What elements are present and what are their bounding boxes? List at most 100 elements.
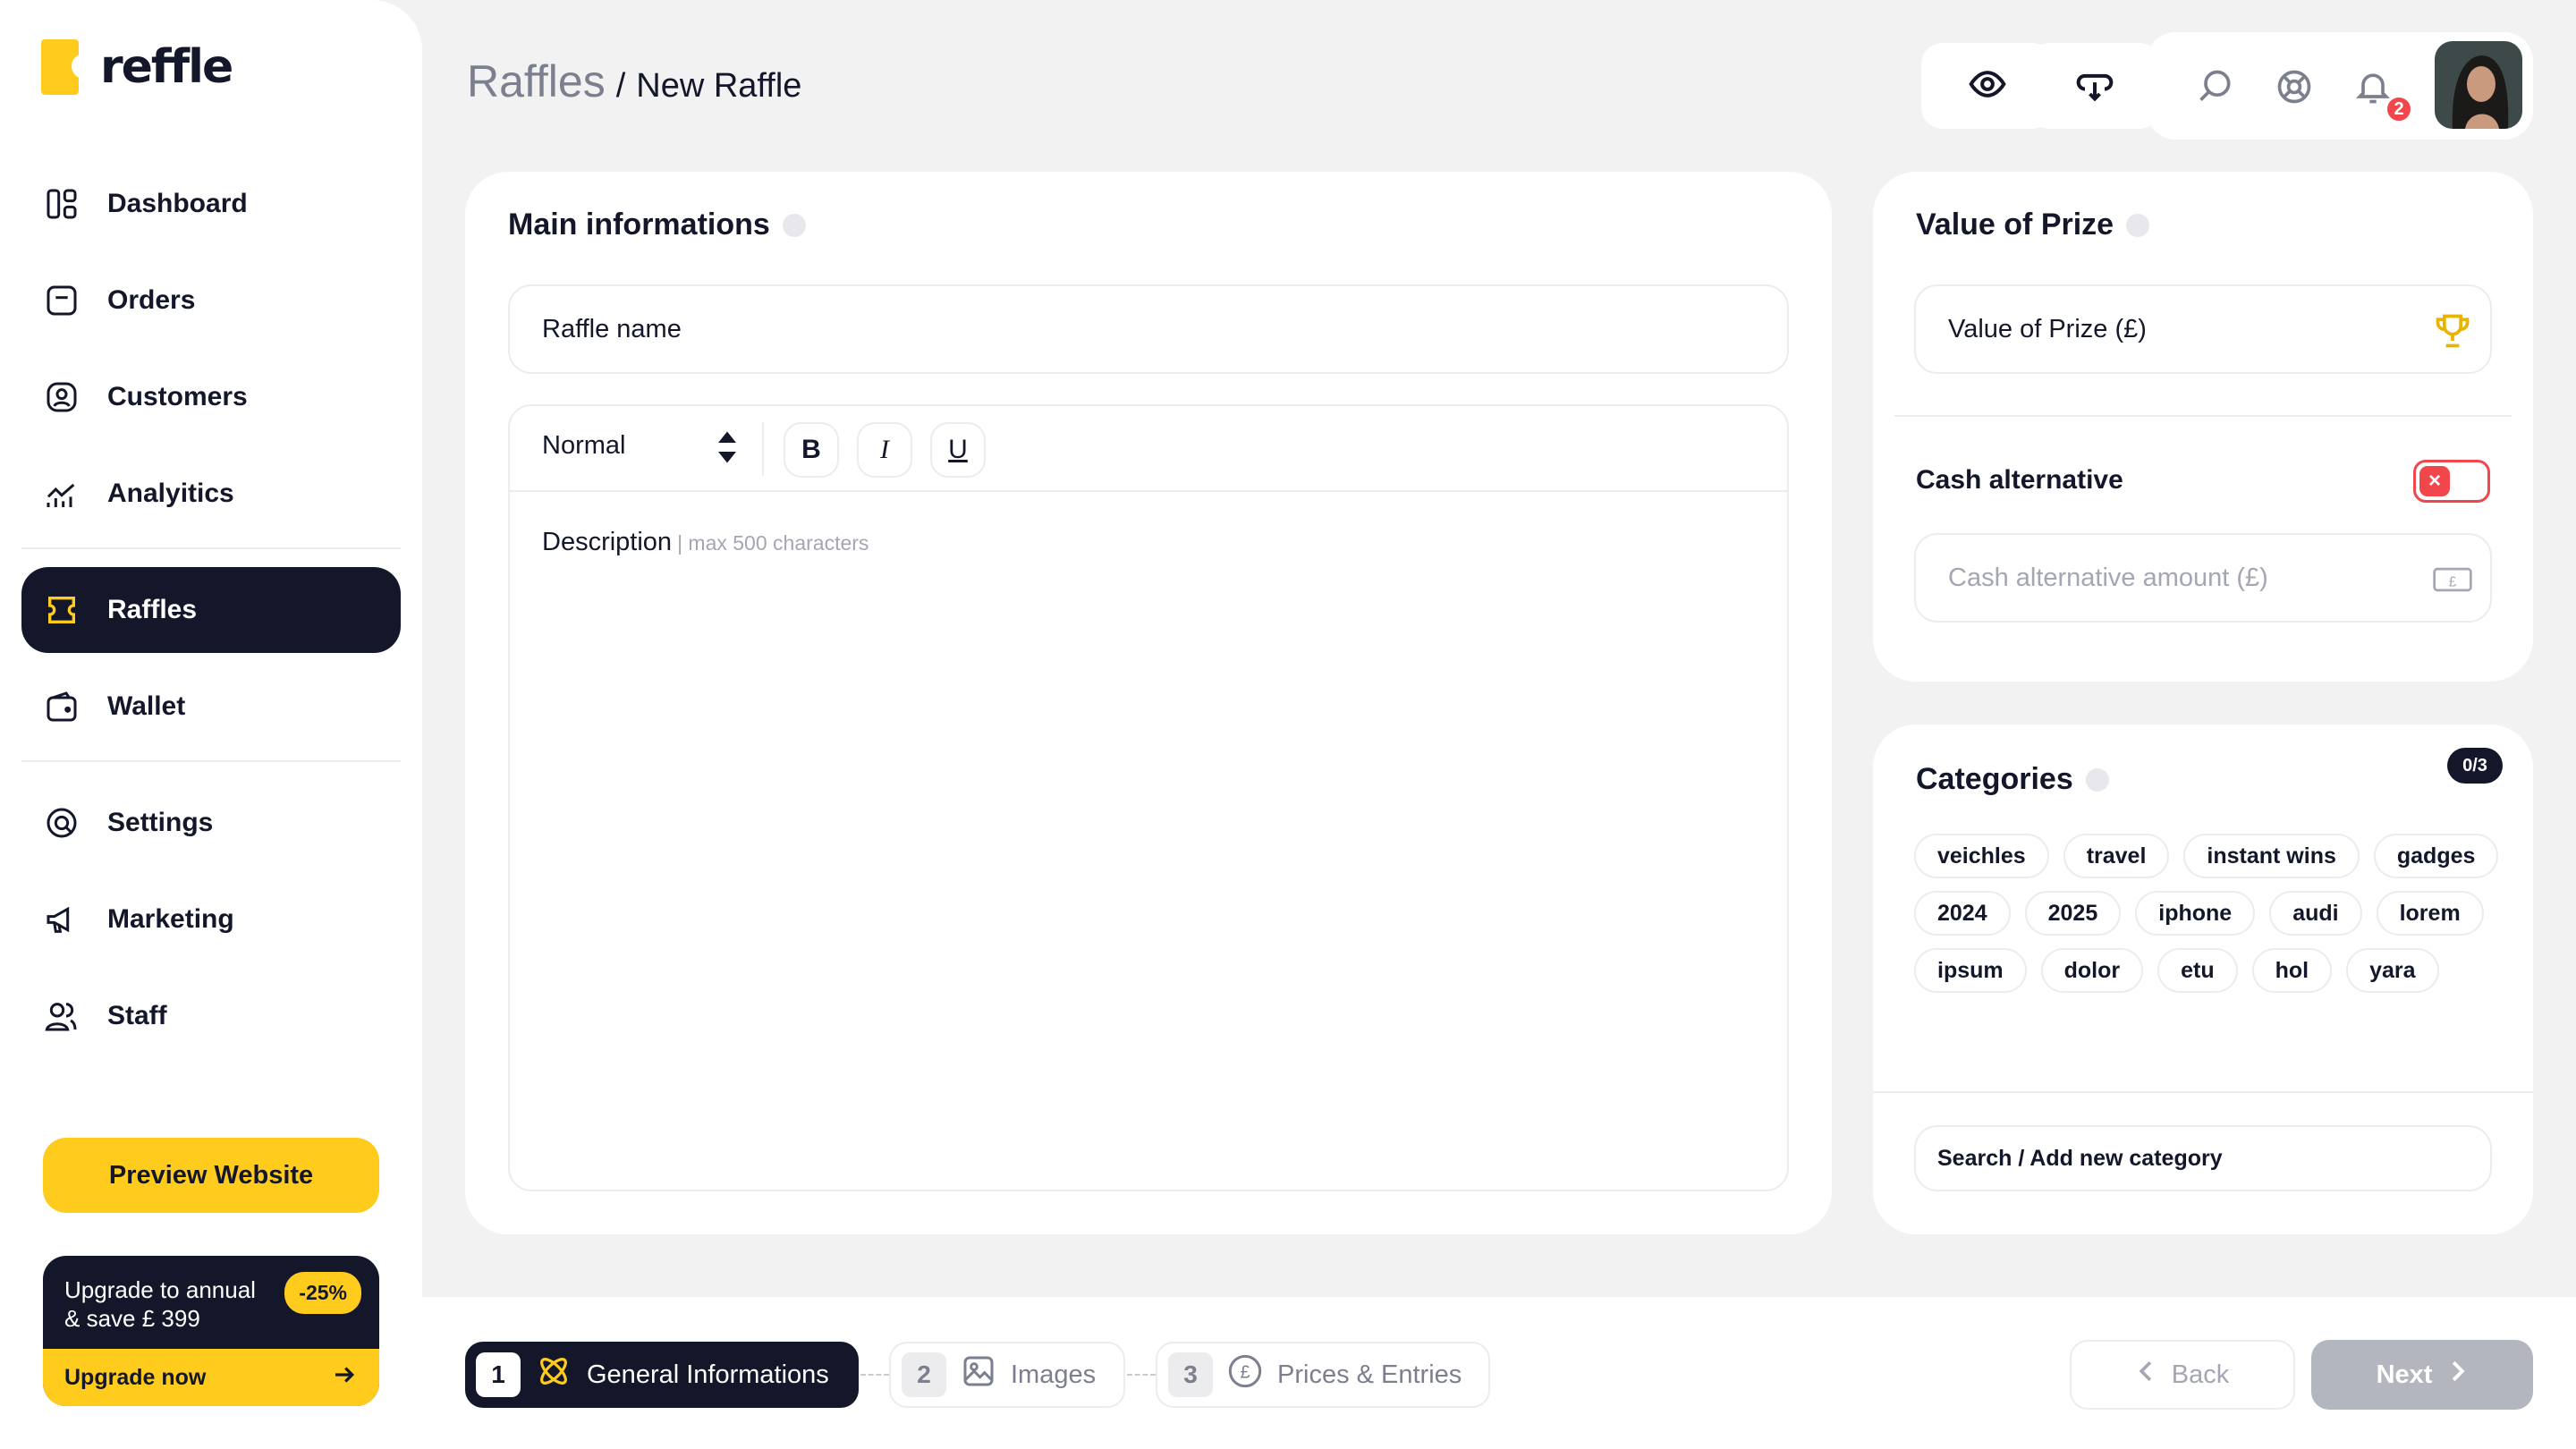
step-images[interactable]: 2 Images [889, 1342, 1125, 1408]
prize-title-text: Value of Prize [1916, 208, 2114, 242]
sidebar-item-label: Marketing [107, 904, 234, 934]
step-connector [860, 1374, 889, 1376]
back-label: Back [2171, 1360, 2230, 1389]
sidebar-item-customers[interactable]: Customers [21, 354, 401, 440]
underline-button[interactable]: U [930, 422, 986, 478]
sidebar-item-label: Raffles [107, 595, 198, 624]
orders-icon [43, 282, 80, 319]
svg-text:£: £ [1240, 1363, 1250, 1383]
megaphone-icon [43, 901, 80, 938]
sidebar-item-settings[interactable]: Settings [21, 780, 401, 866]
category-tag[interactable]: travel [2063, 834, 2170, 878]
upgrade-now-button[interactable]: Upgrade now [43, 1349, 379, 1406]
logo[interactable]: reffle [41, 39, 233, 95]
sidebar-item-label: Wallet [107, 691, 186, 721]
sidebar-item-staff[interactable]: Staff [21, 973, 401, 1059]
help-icon[interactable] [2274, 66, 2315, 107]
description-label: Description [542, 528, 673, 556]
category-count-badge: 0/3 [2447, 748, 2503, 784]
main-info-title: Main informations [508, 208, 806, 242]
image-icon [961, 1353, 996, 1396]
categories-title: Categories [1916, 762, 2109, 797]
breadcrumb-root[interactable]: Raffles [467, 55, 606, 107]
sidebar-item-raffles[interactable]: Raffles [21, 567, 401, 653]
settings-icon [43, 804, 80, 842]
category-tag[interactable]: veichles [1914, 834, 2049, 878]
format-select[interactable]: Normal [542, 431, 625, 461]
category-tag[interactable]: 2024 [1914, 891, 2011, 936]
sidebar-item-analytics[interactable]: Analyitics [21, 451, 401, 537]
category-tag[interactable]: ipsum [1914, 948, 2027, 993]
nav-divider [21, 760, 401, 762]
step-general-informations[interactable]: 1 General Informations [465, 1342, 859, 1408]
cloud-download-icon [2075, 64, 2114, 108]
prize-value-input[interactable]: Value of Prize (£) [1914, 284, 2492, 374]
category-tag[interactable]: 2025 [2024, 891, 2122, 936]
italic-button[interactable]: I [857, 422, 912, 478]
download-button[interactable] [2029, 43, 2161, 129]
info-icon[interactable] [782, 213, 806, 237]
step-prices-entries[interactable]: 3 £ Prices & Entries [1156, 1342, 1490, 1408]
logo-text: reffle [100, 40, 233, 94]
sidebar-item-label: Staff [107, 1001, 167, 1030]
preview-website-button[interactable]: Preview Website [43, 1138, 379, 1213]
customers-icon [43, 378, 80, 416]
next-button[interactable]: Next [2311, 1340, 2533, 1410]
cash-alt-label: Cash alternative [1916, 465, 2123, 495]
ticket-icon [43, 591, 80, 629]
upgrade-now-label: Upgrade now [64, 1364, 207, 1390]
category-tag[interactable]: instant wins [2183, 834, 2360, 878]
description-editor[interactable]: Normal B I U Description | max 500 charac… [508, 404, 1789, 1191]
chevron-left-icon [2136, 1360, 2156, 1390]
description-hint: | max 500 characters [677, 531, 869, 555]
sidebar-nav: Dashboard Orders Customers Analyitics Ra… [21, 161, 401, 1070]
categories-title-text: Categories [1916, 762, 2073, 796]
category-tag[interactable]: gadges [2373, 834, 2499, 878]
cash-alt-toggle[interactable]: × [2413, 460, 2490, 503]
staff-icon [43, 997, 80, 1035]
discount-badge: -25% [284, 1272, 361, 1314]
back-button[interactable]: Back [2070, 1340, 2295, 1410]
category-tag[interactable]: audi [2269, 891, 2362, 936]
breadcrumb-separator: / [615, 67, 626, 105]
description-field[interactable]: Description | max 500 characters [542, 528, 869, 557]
category-tag[interactable]: yara [2346, 948, 2439, 993]
editor-toolbar: Normal B I U [510, 406, 1787, 492]
main-info-title-text: Main informations [508, 208, 770, 242]
eye-icon [1968, 64, 2007, 108]
sort-arrows-icon[interactable] [714, 429, 741, 470]
banknote-icon: £ [2433, 562, 2472, 605]
dashboard-icon [43, 185, 80, 223]
upgrade-text: Upgrade to annual & save £ 399 [64, 1275, 256, 1333]
bold-button[interactable]: B [784, 422, 839, 478]
category-tag[interactable]: dolor [2040, 948, 2144, 993]
category-search-placeholder: Search / Add new category [1937, 1145, 2223, 1171]
raffle-name-input[interactable]: Raffle name [508, 284, 1789, 374]
info-icon[interactable] [2085, 767, 2109, 792]
sidebar-item-label: Dashboard [107, 189, 248, 218]
info-icon[interactable] [2126, 213, 2150, 237]
prize-divider [1894, 415, 2512, 417]
category-tag[interactable]: hol [2251, 948, 2333, 993]
step-label: General Informations [587, 1360, 829, 1389]
sidebar-item-marketing[interactable]: Marketing [21, 877, 401, 962]
category-tag[interactable]: iphone [2135, 891, 2256, 936]
arrow-right-icon [331, 1361, 358, 1394]
step-label: Images [1011, 1360, 1097, 1389]
sidebar-item-label: Orders [107, 285, 196, 315]
sidebar-item-orders[interactable]: Orders [21, 258, 401, 343]
atom-icon [535, 1352, 572, 1397]
search-icon[interactable] [2195, 66, 2236, 107]
wallet-icon [43, 688, 80, 725]
logo-mark-icon [41, 39, 97, 95]
avatar[interactable] [2435, 41, 2522, 129]
close-icon: × [2419, 466, 2450, 496]
categories-divider [1873, 1091, 2533, 1093]
sidebar-item-dashboard[interactable]: Dashboard [21, 161, 401, 247]
upgrade-line2: & save £ 399 [64, 1305, 200, 1332]
category-tag[interactable]: etu [2157, 948, 2238, 993]
cash-alt-amount-input[interactable]: Cash alternative amount (£) £ [1914, 533, 2492, 623]
category-search-input[interactable]: Search / Add new category [1914, 1125, 2492, 1191]
sidebar-item-wallet[interactable]: Wallet [21, 664, 401, 750]
category-tag[interactable]: lorem [2376, 891, 2484, 936]
